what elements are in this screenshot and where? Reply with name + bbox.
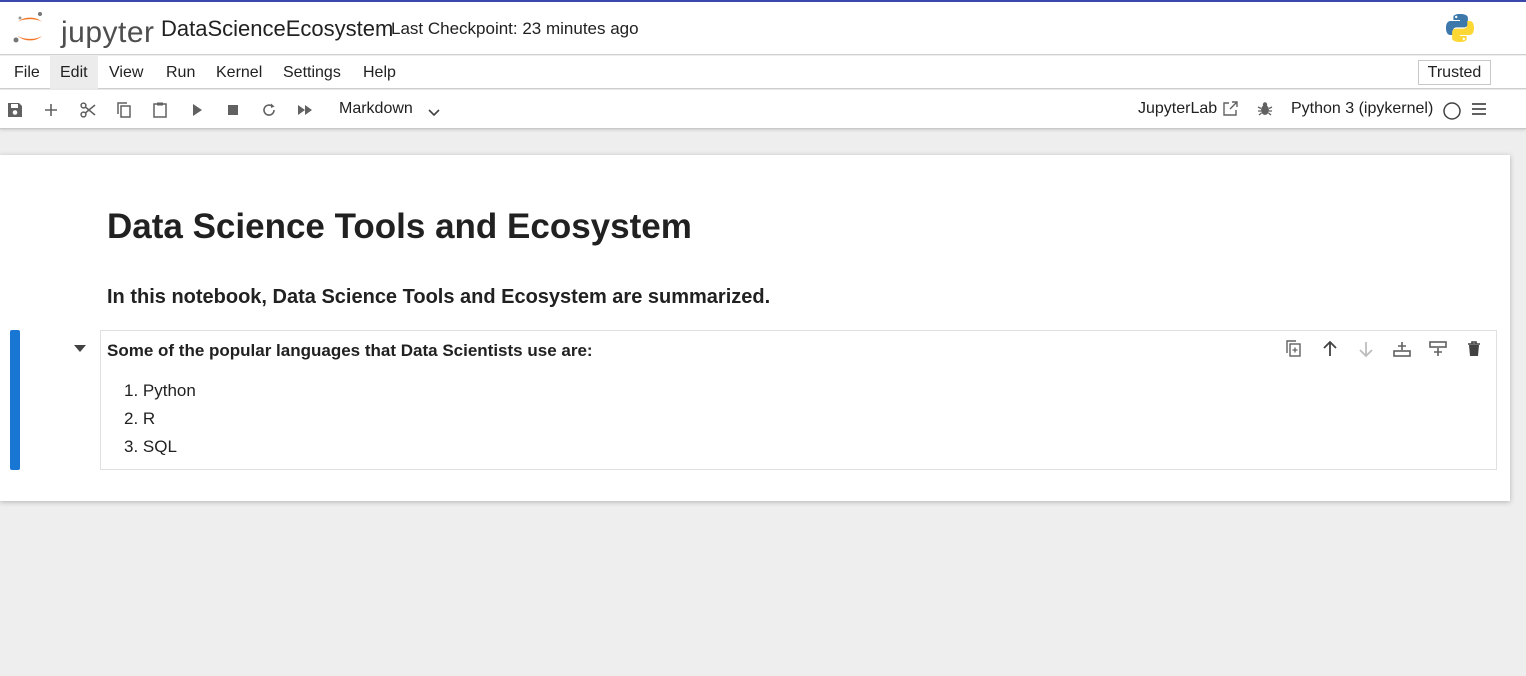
intro-text: In this notebook, Data Science Tools and… [107,286,771,308]
header: jupyter DataScienceEcosystem Last Checkp… [0,2,1526,55]
cell-collapser[interactable] [10,330,20,470]
insert-below-button[interactable] [1392,339,1412,359]
insert-cell-button[interactable] [40,99,62,121]
arrow-down-icon [1359,342,1373,358]
open-jupyterlab-link[interactable]: JupyterLab [1138,100,1217,118]
menu-edit[interactable]: Edit [50,56,98,89]
cut-button[interactable] [77,99,99,121]
kernel-status-idle-icon [1443,102,1461,120]
play-icon [193,104,202,116]
duplicate-icon [1286,340,1301,357]
cell-type-select[interactable]: Markdown [339,100,413,118]
duplicate-cell-button[interactable] [1284,339,1304,359]
jupyter-wordmark: jupyter [61,16,155,49]
refresh-icon [263,103,275,116]
run-button[interactable] [186,99,208,121]
restart-button[interactable] [258,99,280,121]
jupyter-logo[interactable]: jupyter [12,10,154,49]
menu-run[interactable]: Run [156,56,205,89]
jupyter-logo-icon [13,12,42,43]
fast-forward-icon [298,105,312,115]
move-up-button[interactable] [1320,339,1340,359]
move-down-button[interactable] [1356,339,1376,359]
hamburger-menu-icon[interactable] [1470,100,1488,118]
external-link-icon[interactable] [1222,100,1239,117]
last-checkpoint: Last Checkpoint: 23 minutes ago [391,19,639,38]
insert-above-button[interactable] [1428,339,1448,359]
debugger-bug-icon[interactable] [1256,100,1274,118]
menu-file[interactable]: File [4,56,50,89]
save-button[interactable] [4,99,26,121]
notebook-title[interactable]: DataScienceEcosystem [161,16,393,42]
copy-icon [117,102,131,118]
plus-icon [45,104,57,116]
python-logo-icon [1446,14,1474,42]
copy-button[interactable] [113,99,135,121]
kernel-name[interactable]: Python 3 (ipykernel) [1291,100,1433,118]
paste-button[interactable] [149,99,171,121]
list-item: 2. R [124,409,156,428]
restart-run-all-button[interactable] [294,99,316,121]
notebook-panel: Data Science Tools and Ecosystem In this… [0,155,1510,501]
interrupt-button[interactable] [222,99,244,121]
languages-list: 1. Python 2. R 3. SQL [124,379,196,463]
scissors-icon [80,102,96,118]
notebook-toolbar: Markdown JupyterLab Python 3 (ipykernel) [0,90,1526,129]
list-item: 1. Python [124,381,196,400]
menu-kernel[interactable]: Kernel [206,56,272,89]
delete-cell-button[interactable] [1464,339,1484,359]
insert-below-icon [1393,342,1411,357]
menu-help[interactable]: Help [353,56,406,89]
stop-icon [228,105,238,115]
trash-icon [1468,341,1480,356]
trusted-indicator[interactable]: Trusted [1418,60,1491,85]
arrow-up-icon [1323,340,1337,356]
menubar: File Edit View Run Kernel Settings Help … [0,56,1526,89]
caret-down-icon[interactable] [73,343,87,353]
notebook-heading: Data Science Tools and Ecosystem [107,207,692,246]
list-item: 3. SQL [124,437,177,456]
menu-settings[interactable]: Settings [273,56,351,89]
cell-heading: Some of the popular languages that Data … [107,341,593,360]
insert-above-icon [1429,341,1447,356]
menu-view[interactable]: View [99,56,153,89]
chevron-down-icon[interactable] [427,105,441,119]
save-icon [8,103,22,117]
clipboard-icon [153,102,167,118]
